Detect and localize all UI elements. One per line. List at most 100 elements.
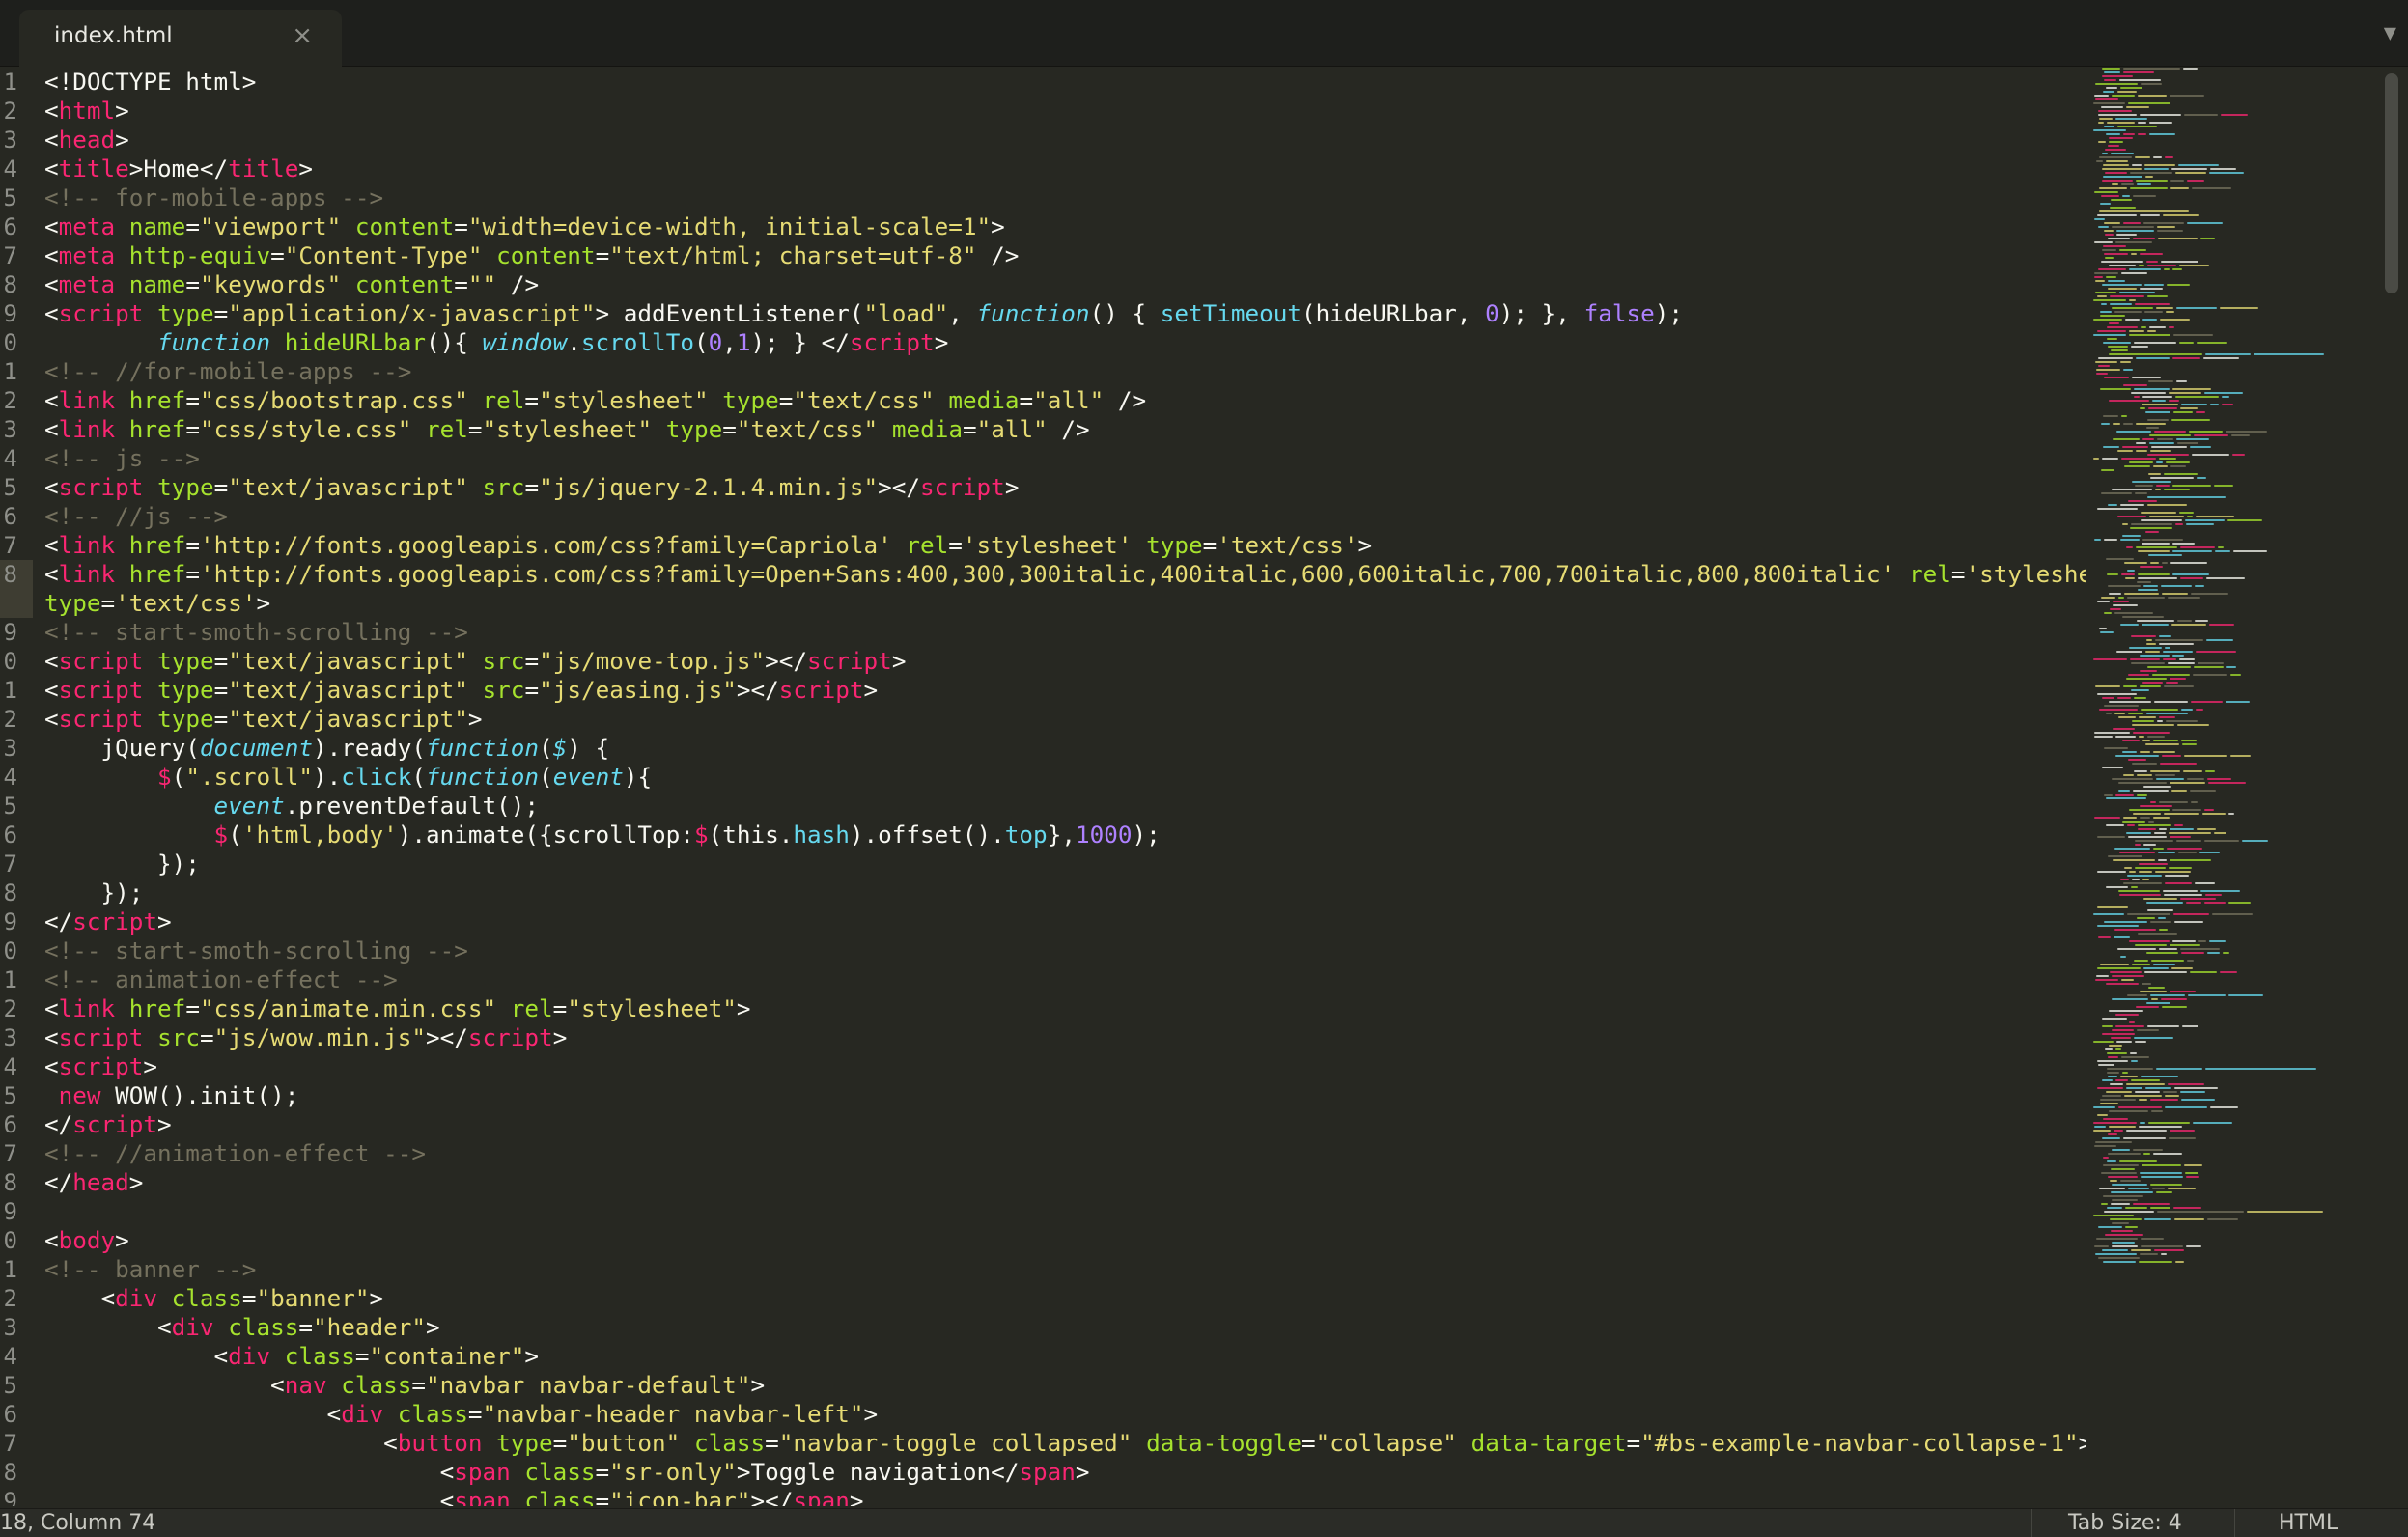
code-line[interactable]: <!-- js --> bbox=[44, 444, 2082, 473]
minimap-stroke bbox=[2104, 126, 2114, 127]
minimap-stroke bbox=[2139, 1099, 2147, 1101]
line-number: 6 bbox=[3, 1111, 17, 1138]
minimap-stroke bbox=[2172, 485, 2211, 487]
minimap-stroke bbox=[2206, 577, 2245, 579]
minimap-stroke bbox=[2118, 716, 2136, 718]
attribute-token: src bbox=[482, 647, 525, 675]
code-editor[interactable]: 1234567890123456789012345678901234567890… bbox=[0, 68, 2086, 1506]
code-line[interactable]: <link href="css/bootstrap.css" rel="styl… bbox=[44, 386, 2082, 415]
code-line[interactable]: <meta http-equiv="Content-Type" content=… bbox=[44, 241, 2082, 270]
code-line[interactable]: <script type="text/javascript"> bbox=[44, 705, 2082, 734]
minimap-stroke bbox=[2144, 168, 2169, 170]
minimap-stroke bbox=[2102, 284, 2142, 286]
tab-size-selector[interactable]: Tab Size: 4 bbox=[2068, 1511, 2182, 1535]
syntax-selector[interactable]: HTML bbox=[2279, 1511, 2338, 1535]
tab-dropdown-icon[interactable]: ▼ bbox=[2384, 21, 2396, 45]
code-line[interactable]: </script> bbox=[44, 1110, 2082, 1139]
code-line[interactable]: <!-- for-mobile-apps --> bbox=[44, 183, 2082, 212]
code-line[interactable]: <script type="text/javascript" src="js/m… bbox=[44, 647, 2082, 676]
code-line[interactable]: <link href="css/animate.min.css" rel="st… bbox=[44, 994, 2082, 1023]
minimap-stroke bbox=[2156, 307, 2173, 309]
code-line[interactable]: <!-- animation-effect --> bbox=[44, 965, 2082, 994]
code-line[interactable]: <div class="banner"> bbox=[44, 1284, 2082, 1313]
code-line[interactable]: jQuery(document).ready(function($) { bbox=[44, 734, 2082, 763]
code-line[interactable]: <!-- //animation-effect --> bbox=[44, 1139, 2082, 1168]
code-line[interactable]: type='text/css'> bbox=[44, 589, 2082, 618]
code-line[interactable]: <div class="header"> bbox=[44, 1313, 2082, 1342]
code-line[interactable]: <div class="navbar-header navbar-left"> bbox=[44, 1400, 2082, 1429]
minimap-stroke bbox=[2141, 512, 2176, 514]
minimap-stroke bbox=[2105, 1234, 2143, 1236]
text-token: = bbox=[524, 647, 540, 675]
code-line[interactable]: <!-- //js --> bbox=[44, 502, 2082, 531]
code-line[interactable]: <!-- //for-mobile-apps --> bbox=[44, 357, 2082, 386]
minimap-stroke bbox=[2159, 828, 2167, 830]
code-line[interactable]: <nav class="navbar navbar-default"> bbox=[44, 1371, 2082, 1400]
code-line[interactable]: <!-- banner --> bbox=[44, 1255, 2082, 1284]
code-line[interactable]: <head> bbox=[44, 126, 2082, 154]
code-line[interactable]: }); bbox=[44, 879, 2082, 908]
code-line[interactable]: <meta name="keywords" content="" /> bbox=[44, 270, 2082, 299]
minimap-stroke bbox=[2102, 697, 2114, 699]
code-line[interactable]: <link href="css/style.css" rel="styleshe… bbox=[44, 415, 2082, 444]
code-line[interactable]: </head> bbox=[44, 1168, 2082, 1197]
text-token: ).ready( bbox=[312, 734, 426, 762]
code-line[interactable]: <div class="container"> bbox=[44, 1342, 2082, 1371]
attribute-token: type bbox=[665, 415, 723, 443]
minimap-stroke bbox=[2168, 1188, 2196, 1189]
code-line[interactable]: <!-- start-smoth-scrolling --> bbox=[44, 936, 2082, 965]
code-line[interactable]: <span class="sr-only">Toggle navigation<… bbox=[44, 1458, 2082, 1487]
line-number: 8 bbox=[3, 561, 17, 588]
minimap-stroke bbox=[2197, 828, 2216, 830]
code-line[interactable]: </script> bbox=[44, 908, 2082, 936]
minimap-stroke bbox=[2148, 987, 2165, 989]
tab-index-html[interactable]: index.html × bbox=[19, 10, 342, 68]
code-line[interactable]: <link href='http://fonts.googleapis.com/… bbox=[44, 531, 2082, 560]
minimap-stroke bbox=[2204, 902, 2226, 904]
code-line[interactable]: <link href='http://fonts.googleapis.com/… bbox=[44, 560, 2086, 589]
minimap-stroke bbox=[2108, 1176, 2138, 1178]
code-line[interactable]: <html> bbox=[44, 97, 2082, 126]
text-token: > bbox=[524, 1342, 540, 1370]
string-token: "load" bbox=[863, 299, 949, 327]
code-line[interactable]: $('html,body').animate({scrollTop:$(this… bbox=[44, 821, 2082, 850]
text-token: = bbox=[454, 212, 468, 240]
minimap-stroke bbox=[2103, 446, 2119, 448]
minimap[interactable] bbox=[2093, 68, 2383, 1284]
code-line[interactable]: <script type="text/javascript" src="js/j… bbox=[44, 473, 2082, 502]
minimap-stroke bbox=[2156, 485, 2170, 487]
code-line[interactable]: <span class="icon-bar"></span> bbox=[44, 1487, 2082, 1506]
code-line[interactable]: $(".scroll").click(function(event){ bbox=[44, 763, 2082, 792]
text-token: > bbox=[115, 1226, 129, 1254]
minimap-stroke bbox=[2115, 1079, 2128, 1081]
code-line[interactable]: <script type="text/javascript" src="js/e… bbox=[44, 676, 2082, 705]
line-number: 3 bbox=[3, 126, 17, 154]
vertical-scrollbar[interactable] bbox=[2385, 73, 2398, 1493]
code-line[interactable]: <!DOCTYPE html> bbox=[44, 68, 2082, 97]
code-line[interactable]: <script type="application/x-javascript">… bbox=[44, 299, 2082, 328]
code-line[interactable] bbox=[44, 1197, 2082, 1226]
code-line[interactable]: <body> bbox=[44, 1226, 2082, 1255]
code-line[interactable]: <title>Home</title> bbox=[44, 154, 2082, 183]
code-line[interactable]: }); bbox=[44, 850, 2082, 879]
tab-close-icon[interactable]: × bbox=[292, 21, 313, 50]
minimap-stroke bbox=[2140, 114, 2181, 116]
scrollbar-thumb[interactable] bbox=[2385, 73, 2398, 293]
minimap-stroke bbox=[2204, 809, 2214, 811]
code-line[interactable]: new WOW().init(); bbox=[44, 1081, 2082, 1110]
code-line[interactable]: function hideURLbar(){ window.scrollTo(0… bbox=[44, 328, 2082, 357]
minimap-stroke bbox=[2094, 95, 2109, 97]
minimap-stroke bbox=[2126, 1130, 2167, 1132]
string-token: "" bbox=[467, 270, 497, 298]
code-line[interactable]: <meta name="viewport" content="width=dev… bbox=[44, 212, 2082, 241]
code-line[interactable]: <button type="button" class="navbar-togg… bbox=[44, 1429, 2086, 1458]
code-area[interactable]: <!DOCTYPE html> <html> <head> <title>Home</… bbox=[44, 68, 2086, 1506]
minimap-stroke bbox=[2156, 1191, 2172, 1193]
code-line[interactable]: event.preventDefault(); bbox=[44, 792, 2082, 821]
code-line[interactable]: <script> bbox=[44, 1052, 2082, 1081]
code-line[interactable]: <script src="js/wow.min.js"></script> bbox=[44, 1023, 2082, 1052]
minimap-stroke bbox=[2118, 790, 2130, 792]
code-line[interactable]: <!-- start-smoth-scrolling --> bbox=[44, 618, 2082, 647]
